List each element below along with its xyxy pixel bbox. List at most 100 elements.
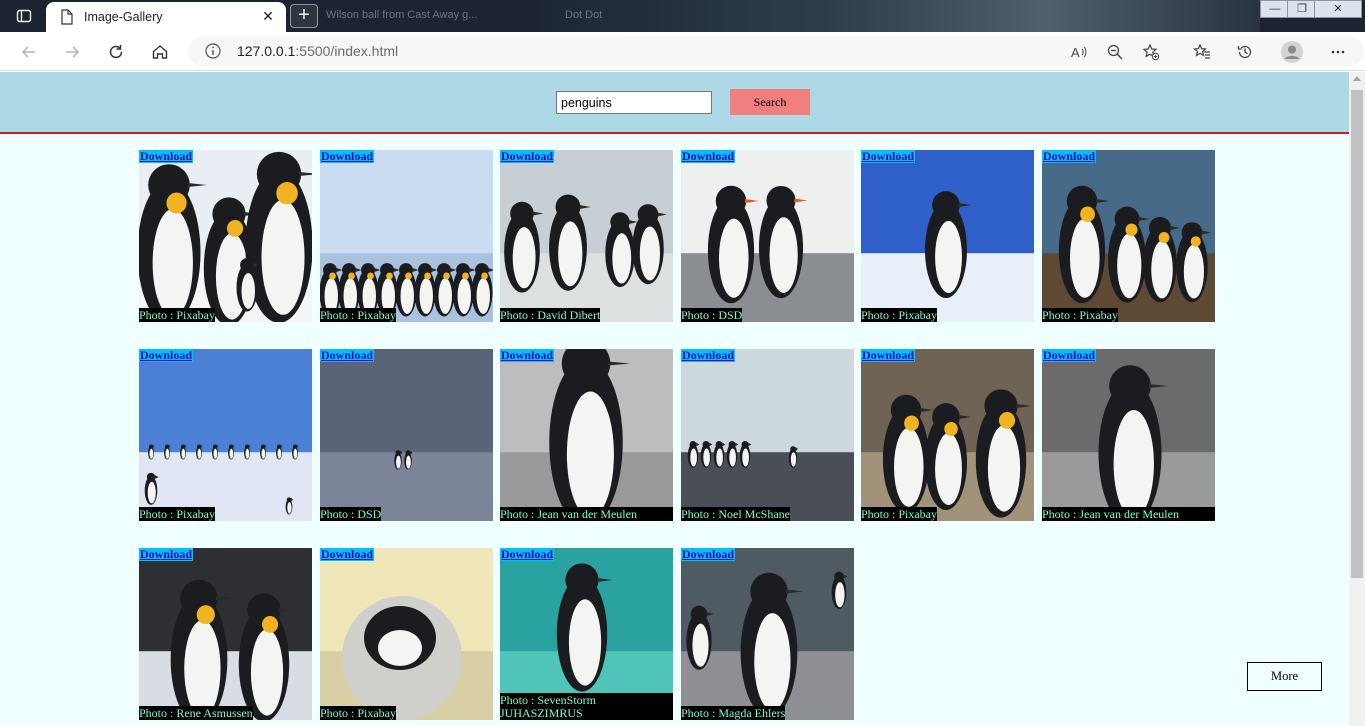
photo-credit: Photo : Jean van der Meulen: [1042, 507, 1215, 521]
photo-credit: Photo : Jean van der Meulen: [500, 507, 673, 521]
photo-credit: Photo : DSD: [320, 507, 382, 521]
svg-text:A: A: [1071, 45, 1080, 60]
scroll-up-icon[interactable]: [1353, 76, 1361, 81]
close-tab-icon[interactable]: ✕: [260, 8, 276, 24]
penguin-photo: [500, 349, 673, 521]
gallery-card: Download Photo : Rene Asmussen: [139, 548, 312, 720]
penguin-photo: [139, 150, 312, 322]
penguin-photo: [139, 548, 312, 720]
background-tab-1[interactable]: Wilson ball from Cast Away g...: [326, 9, 477, 21]
search-button[interactable]: Search: [730, 89, 810, 115]
photo-credit: Photo : SevenStorm JUHASZIMRUS: [500, 693, 673, 720]
photo-credit: Photo : Noel McShane: [681, 507, 790, 521]
penguin-photo: [320, 150, 493, 322]
new-tab-button[interactable]: +: [290, 4, 318, 28]
penguin-photo: [139, 349, 312, 521]
penguin-photo: [681, 150, 854, 322]
download-link[interactable]: Download: [139, 150, 194, 163]
penguin-photo: [320, 548, 493, 720]
photo-credit: Photo : DSD: [681, 308, 743, 322]
page-icon: [61, 9, 73, 25]
photo-credit: Photo : Pixabay: [861, 308, 938, 322]
download-link[interactable]: Download: [320, 548, 375, 561]
background-tab-2[interactable]: Dot Dot: [565, 9, 602, 21]
download-link[interactable]: Download: [681, 548, 736, 561]
minimize-icon[interactable]: —: [1260, 0, 1290, 18]
browser-toolbar: 127.0.0.1:5500/index.html A: [0, 32, 1365, 71]
download-link[interactable]: Download: [500, 349, 555, 362]
download-link[interactable]: Download: [500, 150, 555, 163]
photo-credit: Photo : Pixabay: [1042, 308, 1119, 322]
download-link[interactable]: Download: [861, 150, 916, 163]
browser-titlebar: Image-Gallery ✕ + Wilson ball from Cast …: [0, 0, 1365, 32]
download-link[interactable]: Download: [681, 150, 736, 163]
penguin-photo: [861, 150, 1034, 322]
home-icon[interactable]: [149, 41, 171, 63]
profile-avatar[interactable]: [1280, 40, 1304, 64]
penguin-photo: [1042, 150, 1215, 322]
penguin-photo: [500, 150, 673, 322]
download-link[interactable]: Download: [320, 349, 375, 362]
photo-credit: Photo : Magda Ehlers: [681, 706, 786, 720]
tab-active[interactable]: Image-Gallery ✕: [46, 2, 286, 32]
penguin-photo: [681, 349, 854, 521]
more-options-icon[interactable]: [1327, 41, 1349, 63]
photo-credit: Photo : Pixabay: [320, 308, 397, 322]
scrollbar-thumb[interactable]: [1351, 90, 1363, 578]
penguin-photo: [320, 349, 493, 521]
photo-credit: Photo : David Dibert: [500, 308, 601, 322]
close-window-icon[interactable]: ✕: [1314, 0, 1362, 18]
favorites-icon[interactable]: [1191, 41, 1213, 63]
info-icon[interactable]: [204, 42, 222, 60]
gallery-card: Download Photo : DSD: [681, 150, 854, 322]
download-link[interactable]: Download: [861, 349, 916, 362]
gallery-card: Download Photo : Jean van der Meulen: [1042, 349, 1215, 521]
download-link[interactable]: Download: [681, 349, 736, 362]
refresh-icon[interactable]: [105, 41, 127, 63]
penguin-photo: [681, 548, 854, 720]
read-aloud-icon[interactable]: A: [1068, 41, 1090, 63]
zoom-out-icon[interactable]: [1104, 41, 1126, 63]
gallery-card: Download Photo : Jean van der Meulen: [500, 349, 673, 521]
download-link[interactable]: Download: [320, 150, 375, 163]
photo-credit: Photo : Pixabay: [139, 507, 216, 521]
page-viewport: Search Download Photo : Pixabay Download Ph…: [0, 72, 1349, 726]
tab-title: Image-Gallery: [84, 10, 163, 24]
page-scrollbar[interactable]: [1349, 72, 1365, 726]
gallery-card: Download Photo : Pixabay: [139, 150, 312, 322]
photo-credit: Photo : Pixabay: [320, 706, 397, 720]
download-link[interactable]: Download: [1042, 349, 1097, 362]
download-link[interactable]: Download: [500, 548, 555, 561]
more-button[interactable]: More: [1247, 662, 1322, 691]
gallery-card: Download Photo : Pixabay: [320, 548, 493, 720]
gallery-card: Download Photo : Pixabay: [861, 150, 1034, 322]
photo-credit: Photo : Rene Asmussen: [139, 706, 253, 720]
url-text: 127.0.0.1:5500/index.html: [237, 43, 399, 59]
penguin-photo: [1042, 349, 1215, 521]
photo-credit: Photo : Pixabay: [139, 308, 216, 322]
maximize-icon[interactable]: ❐: [1287, 0, 1317, 18]
address-bar[interactable]: 127.0.0.1:5500/index.html: [188, 36, 1364, 66]
search-header: Search: [0, 72, 1349, 134]
gallery-card: Download Photo : SevenStorm JUHASZIMRUS: [500, 548, 673, 720]
penguin-photo: [861, 349, 1034, 521]
gallery-card: Download Photo : Magda Ehlers: [681, 548, 854, 720]
download-link[interactable]: Download: [139, 548, 194, 561]
back-icon[interactable]: [18, 41, 40, 63]
photo-credit: Photo : Pixabay: [861, 507, 938, 521]
download-link[interactable]: Download: [139, 349, 194, 362]
history-icon[interactable]: [1234, 41, 1256, 63]
gallery-card: Download Photo : Pixabay: [861, 349, 1034, 521]
gallery-card: Download Photo : DSD: [320, 349, 493, 521]
gallery-card: Download Photo : Noel McShane: [681, 349, 854, 521]
gallery-card: Download Photo : Pixabay: [139, 349, 312, 521]
tab-actions-icon[interactable]: [12, 6, 36, 26]
forward-icon[interactable]: [61, 41, 83, 63]
add-favorite-icon[interactable]: [1140, 41, 1162, 63]
gallery-card: Download Photo : Pixabay: [1042, 150, 1215, 322]
gallery-card: Download Photo : Pixabay: [320, 150, 493, 322]
download-link[interactable]: Download: [1042, 150, 1097, 163]
gallery-card: Download Photo : David Dibert: [500, 150, 673, 322]
titlebar-background: [540, 0, 1260, 32]
search-input[interactable]: [556, 91, 712, 114]
